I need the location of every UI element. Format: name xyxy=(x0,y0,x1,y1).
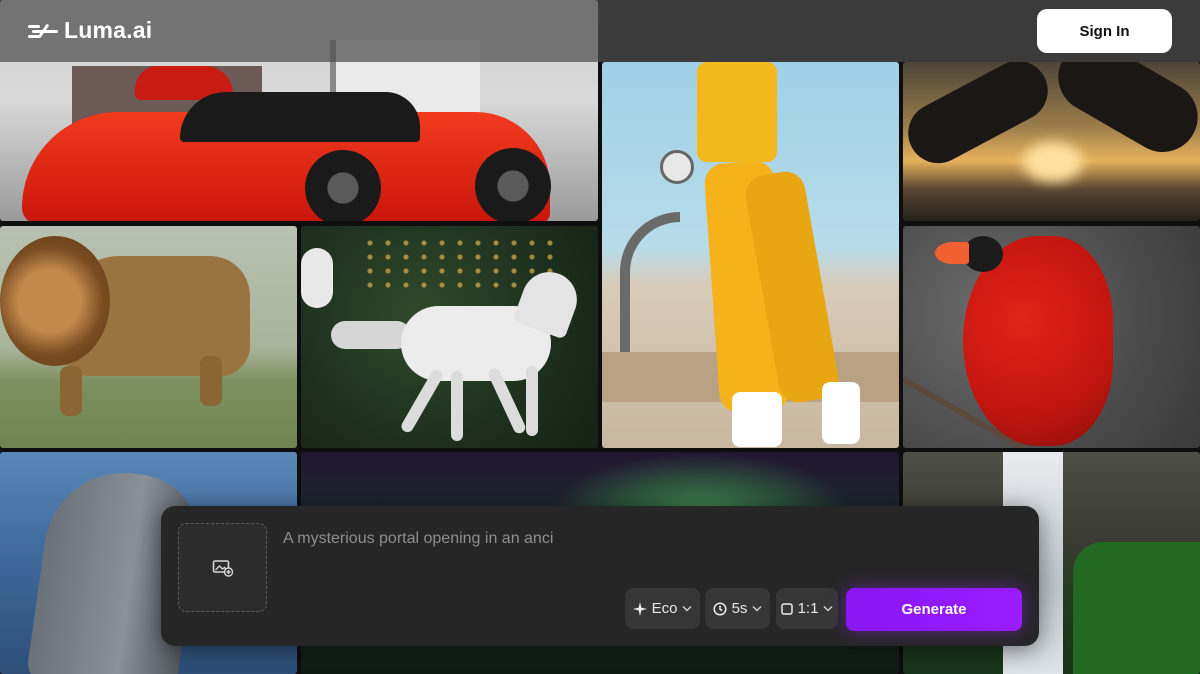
gallery-tile-lion[interactable] xyxy=(0,226,297,448)
ratio-label: 1:1 xyxy=(797,600,819,617)
brand-name: Luma.ai xyxy=(64,17,153,43)
top-bar: Luma.ai Sign In xyxy=(0,0,1200,62)
square-icon xyxy=(780,602,793,615)
clock-icon xyxy=(713,601,727,616)
mode-dropdown[interactable]: Eco xyxy=(625,588,700,629)
sign-in-button[interactable]: Sign In xyxy=(1037,9,1172,53)
brand-logo[interactable]: Luma.ai xyxy=(28,17,152,44)
duration-label: 5s xyxy=(731,600,748,617)
mode-label: Eco xyxy=(651,600,678,617)
luma-logo-icon xyxy=(28,21,58,41)
chevron-down-icon xyxy=(682,605,692,612)
gallery-tile-heart-hands[interactable] xyxy=(903,62,1200,221)
prompt-input[interactable] xyxy=(283,524,1003,554)
duration-dropdown[interactable]: 5s xyxy=(705,588,770,629)
prompt-composer: Eco 5s 1:1 Generate xyxy=(161,506,1039,646)
chevron-down-icon xyxy=(823,605,833,612)
gallery-tile-horse[interactable] xyxy=(301,226,598,448)
gallery-tile-cardinal[interactable] xyxy=(903,226,1200,448)
generate-button[interactable]: Generate xyxy=(846,588,1022,631)
image-add-icon xyxy=(212,559,234,577)
chevron-down-icon xyxy=(752,605,762,612)
sparkle-icon xyxy=(632,601,647,616)
aspect-ratio-dropdown[interactable]: 1:1 xyxy=(776,588,838,629)
gallery-tile-yellow-outfit[interactable] xyxy=(602,62,899,448)
image-upload-button[interactable] xyxy=(178,523,267,612)
